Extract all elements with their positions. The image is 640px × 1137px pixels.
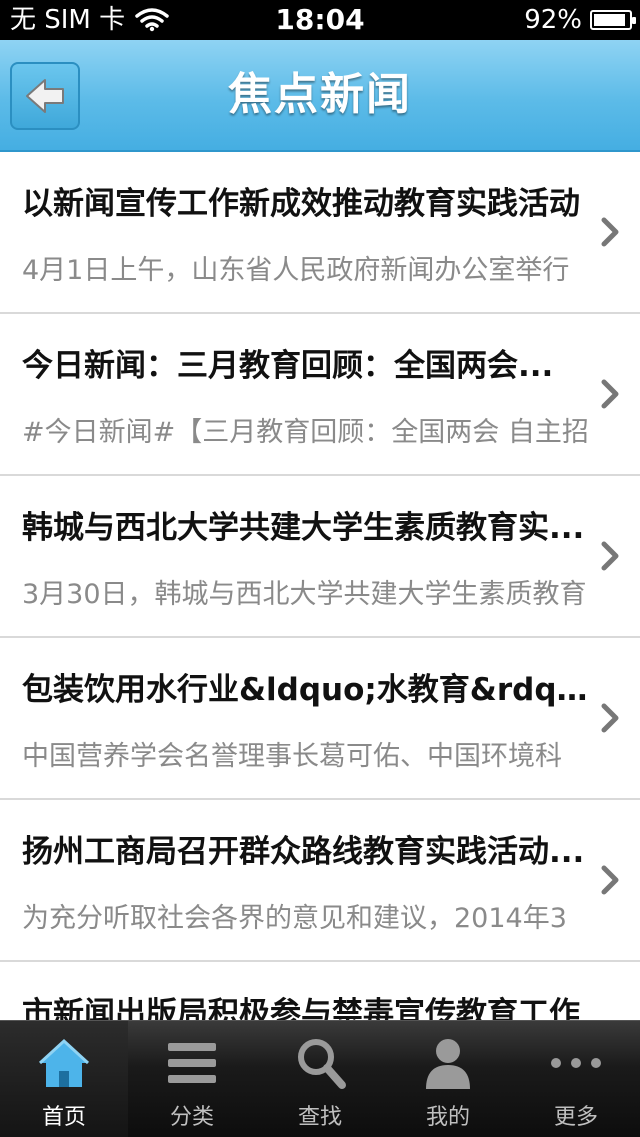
news-summary: 4月1日上午，山东省人民政府新闻办公室举行 [22,255,570,286]
news-summary: #今日新闻#【三月教育回顾：全国两会 自主招 [22,417,589,448]
chevron-right-icon [601,217,619,247]
page-title: 焦点新闻 [228,69,412,120]
tab-label: 查找 [297,1105,342,1130]
list-item[interactable]: 包装饮用水行业&ldquo;水教育&rdqu... 中国营养学会名誉理事长葛可佑… [0,638,640,800]
search-icon [298,1039,346,1089]
nav-bar: 焦点新闻 [0,40,640,152]
tab-label: 分类 [169,1105,214,1130]
chevron-right-icon [601,865,619,895]
status-bar: 无 SIM 卡 18:04 92% [0,0,640,40]
news-summary: 3月30日，韩城与西北大学共建大学生素质教育 [22,579,587,610]
news-title: 市新闻出版局积极参与禁毒宣传教育工作 [22,996,580,1020]
news-title: 包装饮用水行业&ldquo;水教育&rdqu... [22,672,600,708]
chevron-right-icon [601,541,619,571]
battery-icon [590,10,636,30]
battery-percent: 92% [524,5,582,35]
list-item[interactable]: 今日新闻：三月教育回顾：全国两会... #今日新闻#【三月教育回顾：全国两会 自… [0,314,640,476]
tab-mine[interactable]: 我的 [384,1021,512,1137]
news-title: 韩城与西北大学共建大学生素质教育实... [22,510,585,546]
tab-bar: 首页 分类 查找 我的 更多 [0,1020,640,1137]
tab-label: 首页 [41,1105,86,1130]
list-icon [168,1043,216,1083]
user-icon [426,1039,470,1089]
chevron-right-icon [601,703,619,733]
tab-category[interactable]: 分类 [128,1021,256,1137]
list-item[interactable]: 韩城与西北大学共建大学生素质教育实... 3月30日，韩城与西北大学共建大学生素… [0,476,640,638]
news-summary: 为充分听取社会各界的意见和建议，2014年3 [22,903,567,934]
arrow-left-icon [26,79,64,113]
news-title: 扬州工商局召开群众路线教育实践活动... [22,834,585,870]
home-icon [38,1038,90,1087]
chevron-right-icon [601,379,619,409]
tab-more[interactable]: 更多 [512,1021,640,1137]
news-summary: 中国营养学会名誉理事长葛可佑、中国环境科 [22,741,562,772]
battery-fill [594,14,625,26]
status-right: 92% [524,0,636,40]
news-list: 以新闻宣传工作新成效推动教育实践活动 4月1日上午，山东省人民政府新闻办公室举行… [0,152,640,1020]
tab-search[interactable]: 查找 [256,1021,384,1137]
news-title: 今日新闻：三月教育回顾：全国两会... [22,348,554,384]
more-icon [551,1058,601,1068]
list-item[interactable]: 扬州工商局召开群众路线教育实践活动... 为充分听取社会各界的意见和建议，201… [0,800,640,962]
tab-label: 更多 [553,1105,598,1130]
back-button[interactable] [10,62,80,130]
list-item[interactable]: 以新闻宣传工作新成效推动教育实践活动 4月1日上午，山东省人民政府新闻办公室举行 [0,152,640,314]
list-item[interactable]: 市新闻出版局积极参与禁毒宣传教育工作 [0,962,640,1020]
news-title: 以新闻宣传工作新成效推动教育实践活动 [22,186,580,222]
tab-label: 我的 [425,1105,470,1130]
tab-home[interactable]: 首页 [0,1021,128,1137]
